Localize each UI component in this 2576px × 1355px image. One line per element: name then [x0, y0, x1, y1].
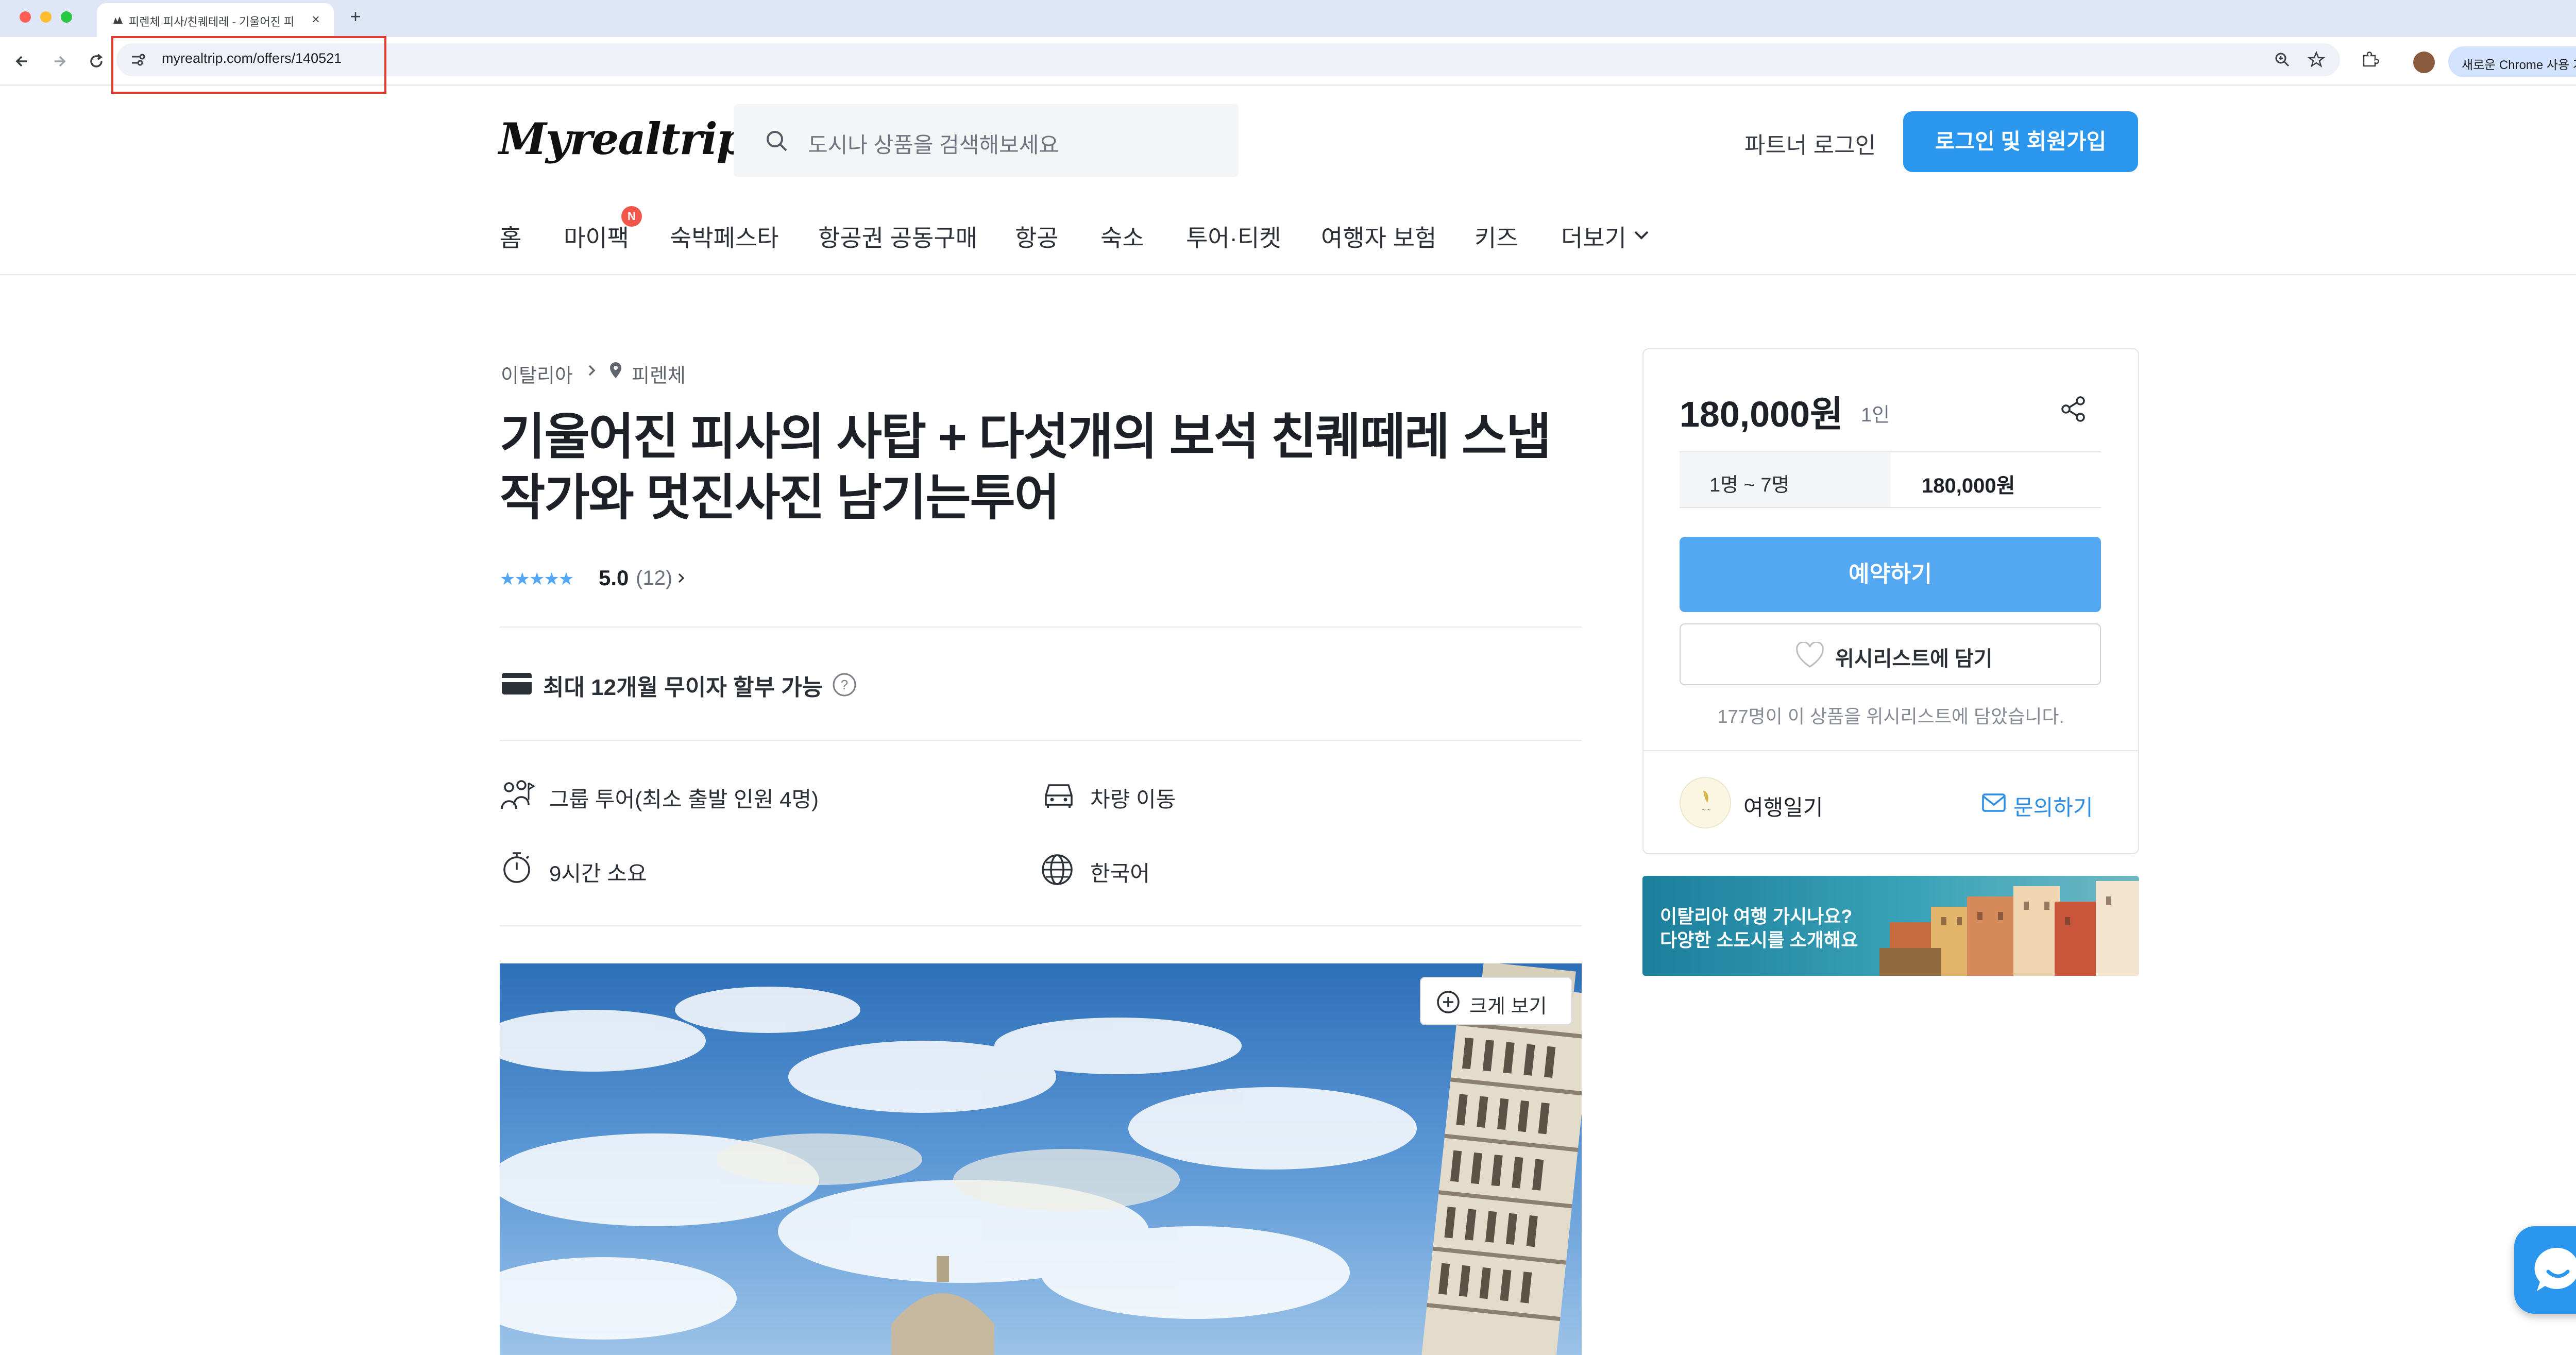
search-input[interactable]: 도시나 상품을 검색해보세요 — [808, 128, 1059, 159]
nav-item-mypack[interactable]: 마이팩 — [564, 219, 629, 253]
nav-item-flight-groupbuy[interactable]: 항공권 공동구매 — [818, 219, 977, 253]
section-divider — [500, 626, 1582, 628]
tab-close-icon[interactable]: × — [308, 11, 324, 27]
contact-button[interactable]: 문의하기 — [2013, 790, 2093, 822]
option-people: 1명 ~ 7명 — [1709, 475, 1790, 496]
chrome-update-label: 새로운 Chrome 사용 가능 — [2462, 58, 2576, 72]
zoom-plus-icon — [1435, 989, 1461, 1015]
wishlist-count: 177명이 이 상품을 위시리스트에 담았습니다. — [1717, 706, 2064, 727]
chat-bubble-icon — [2531, 1243, 2576, 1297]
new-tab-button[interactable]: + — [346, 7, 365, 26]
car-icon — [1041, 779, 1077, 810]
share-icon[interactable] — [2058, 394, 2089, 425]
heart-icon — [1795, 642, 1825, 669]
zoom-view-label: 크게 보기 — [1469, 996, 1547, 1018]
partner-login-link[interactable]: 파트너 로그인 — [1744, 127, 1876, 160]
per-person-label: 1인 — [1861, 404, 1890, 426]
breadcrumb-country[interactable]: 이탈리아 — [501, 360, 573, 388]
nav-item-flights[interactable]: 항공 — [1015, 219, 1059, 253]
browser-tab-strip: 피렌체 피사/친퀘테레 - 기울어진 피 × + — [0, 0, 2576, 37]
feature-car: 차량 이동 — [1090, 787, 1176, 811]
option-row[interactable]: 1명 ~ 7명 180,000원 — [1680, 451, 2101, 508]
banner-line-2: 다양한 소도시를 소개해요 — [1660, 929, 1858, 951]
timer-icon — [500, 850, 534, 885]
product-photo[interactable] — [500, 963, 1582, 1355]
nav-item-more[interactable]: 더보기 — [1561, 219, 1626, 253]
installment-text: 최대 12개월 무이자 할부 가능 — [543, 675, 823, 700]
svg-text:~ ~: ~ ~ — [1702, 806, 1710, 814]
rating-score: 5.0 — [599, 566, 629, 590]
nav-item-kids[interactable]: 키즈 — [1475, 219, 1518, 253]
zoom-view-button[interactable]: 크게 보기 — [1420, 977, 1572, 1025]
window-zoom-button[interactable] — [61, 11, 72, 23]
svg-text:?: ? — [841, 677, 848, 692]
window-close-button[interactable] — [20, 11, 31, 23]
nav-item-lodging[interactable]: 숙소 — [1100, 219, 1144, 253]
search-icon — [764, 128, 790, 155]
zoom-magnifier-icon[interactable] — [2272, 49, 2293, 70]
address-bar[interactable]: myrealtrip.com/offers/140521 — [116, 43, 2340, 76]
nav-item-home[interactable]: 홈 — [500, 219, 521, 253]
globe-icon — [1040, 852, 1075, 887]
browser-tab-active[interactable]: 피렌체 피사/친퀘테레 - 기울어진 피 × — [97, 3, 334, 37]
forward-arrow-icon[interactable] — [48, 50, 70, 72]
back-arrow-icon[interactable] — [11, 50, 33, 72]
credit-card-icon — [501, 671, 533, 697]
option-people-cell: 1명 ~ 7명 — [1680, 452, 1891, 507]
wishlist-button[interactable]: 위시리스트에 담기 — [1680, 623, 2101, 685]
nav-item-travel-insurance[interactable]: 여행자 보험 — [1321, 219, 1436, 253]
section-divider — [500, 925, 1582, 926]
rating-stars-icon: ★★★★★ — [500, 569, 574, 589]
feature-group-tour: 그룹 투어(최소 출발 인원 4명) — [549, 787, 819, 811]
url-highlight-box — [111, 36, 386, 94]
host-name[interactable]: 여행일기 — [1743, 790, 1823, 822]
login-signup-button[interactable]: 로그인 및 회원가입 — [1903, 111, 2138, 172]
option-price: 180,000원 — [1922, 475, 2015, 497]
banner-line-1: 이탈리아 여행 가시나요? — [1660, 906, 1853, 927]
host-avatar[interactable]: ~ ~ — [1680, 777, 1731, 828]
section-divider — [500, 740, 1582, 741]
chat-support-button[interactable] — [2514, 1226, 2576, 1314]
location-pin-icon — [608, 362, 623, 379]
group-tour-icon — [499, 779, 536, 812]
breadcrumb-city[interactable]: 피렌체 — [632, 360, 686, 388]
chevron-right-icon — [584, 363, 600, 378]
new-badge: N — [621, 206, 642, 227]
book-button[interactable]: 예약하기 — [1680, 537, 2101, 612]
nav-item-stay-festa[interactable]: 숙박페스타 — [670, 219, 779, 253]
myrealtrip-logo[interactable]: Myrealtrip — [499, 113, 747, 164]
chevron-right-small-icon[interactable] — [675, 572, 687, 584]
bookmark-star-icon[interactable] — [2306, 49, 2327, 70]
review-count-link[interactable]: (12) — [636, 567, 672, 590]
feature-duration: 9시간 소요 — [549, 861, 647, 886]
chrome-update-pill[interactable]: 새로운 Chrome 사용 가능 — [2448, 46, 2576, 77]
site-favicon-icon — [112, 14, 124, 26]
profile-avatar[interactable] — [2413, 52, 2435, 73]
italy-travel-banner[interactable]: 이탈리아 여행 가시나요? 다양한 소도시를 소개해요 — [1642, 876, 2139, 976]
mail-icon[interactable] — [1981, 792, 2006, 813]
booking-card: 180,000원 1인 1명 ~ 7명 180,000원 예약하기 위시리스트에… — [1642, 348, 2139, 854]
main-nav: 홈 마이팩 N 숙박페스타 항공권 공동구매 항공 숙소 투어·티켓 여행자 보… — [0, 206, 2576, 275]
product-title: 기울어진 피사의 사탑 + 다섯개의 보석 친퀘떼레 스냅작가와 멋진사진 남기… — [500, 410, 1552, 526]
search-box[interactable]: 도시나 상품을 검색해보세요 — [734, 104, 1239, 177]
tab-title: 피렌체 피사/친퀘테레 - 기울어진 피 — [129, 15, 295, 28]
feature-language: 한국어 — [1090, 861, 1150, 886]
reload-icon[interactable] — [86, 50, 107, 72]
price: 180,000원 — [1680, 394, 1843, 434]
browser-toolbar: myrealtrip.com/offers/140521 — [0, 37, 2576, 86]
window-minimize-button[interactable] — [40, 11, 52, 23]
extensions-puzzle-icon[interactable] — [2360, 49, 2380, 70]
help-question-icon[interactable]: ? — [832, 672, 857, 698]
card-divider — [1643, 750, 2138, 751]
wishlist-label: 위시리스트에 담기 — [1835, 648, 1993, 670]
chevron-down-icon[interactable] — [1631, 225, 1652, 245]
nav-item-tours-tickets[interactable]: 투어·티켓 — [1186, 219, 1281, 253]
